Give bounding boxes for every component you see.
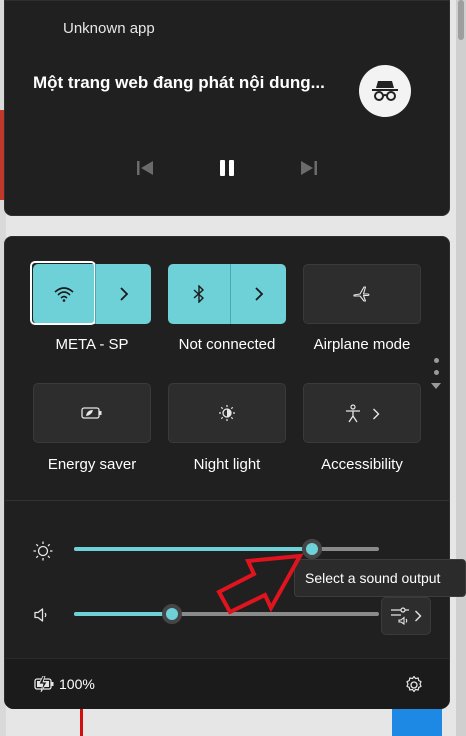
media-flyout: Unknown app Một trang web đang phát nội … — [4, 0, 450, 216]
tile-label-wifi: META - SP — [55, 336, 129, 353]
page-dot — [433, 370, 439, 375]
tile-label-energy-saver: Energy saver — [47, 456, 137, 473]
tile-label-bluetooth: Not connected — [178, 336, 276, 353]
incognito-icon — [359, 65, 411, 117]
tile-night-light[interactable] — [168, 383, 286, 443]
tile-wifi — [30, 261, 151, 325]
airplane-icon — [353, 286, 370, 302]
tile-energy-saver[interactable] — [33, 383, 151, 443]
background-scrollbar-thumb[interactable] — [458, 0, 464, 40]
energy-saver-icon — [81, 407, 102, 419]
tile-label-night-light: Night light — [193, 456, 261, 473]
brightness-thumb[interactable] — [301, 539, 322, 559]
accessibility-icon — [344, 404, 362, 429]
volume-fill — [74, 612, 172, 616]
brightness-fill — [74, 547, 312, 551]
tile-accessibility[interactable] — [303, 383, 421, 443]
chevron-right-icon — [119, 287, 128, 301]
focus-ring — [30, 261, 96, 325]
battery-charging-icon — [34, 675, 56, 697]
gear-icon[interactable] — [404, 675, 424, 700]
page-indicator[interactable] — [429, 358, 443, 390]
chevron-right-icon — [372, 407, 380, 425]
chevron-right-icon — [415, 610, 422, 622]
tile-label-accessibility: Accessibility — [321, 456, 403, 473]
tile-airplane-mode[interactable] — [303, 264, 421, 324]
bluetooth-toggle[interactable] — [168, 264, 230, 324]
tile-label-airplane: Airplane mode — [313, 336, 411, 353]
media-title: Một trang web đang phát nội dung... — [33, 73, 325, 92]
background-page-graphic — [80, 705, 83, 736]
media-app-name: Unknown app — [63, 20, 155, 37]
background-page-button — [392, 708, 442, 736]
chevron-right-icon — [254, 287, 263, 301]
next-icon[interactable] — [297, 157, 321, 179]
wifi-expand-button[interactable] — [96, 264, 151, 324]
bluetooth-expand-button[interactable] — [231, 264, 286, 324]
quick-settings-panel: META - SP Not connected Airplane mode En… — [4, 236, 450, 709]
quick-settings-footer: 100% — [5, 658, 449, 709]
bluetooth-icon — [193, 285, 205, 303]
tile-bluetooth — [168, 264, 286, 324]
brightness-icon — [32, 540, 54, 567]
select-sound-output-button[interactable] — [381, 597, 431, 635]
pause-icon[interactable] — [215, 157, 239, 179]
section-divider — [5, 500, 449, 501]
speaker-icon — [33, 607, 51, 628]
volume-thumb[interactable] — [161, 604, 182, 624]
background-scrollbar-track — [456, 0, 466, 736]
chevron-down-icon — [431, 383, 441, 389]
battery-percentage[interactable]: 100% — [59, 676, 95, 692]
previous-icon[interactable] — [133, 157, 157, 179]
page-dot — [433, 358, 439, 363]
night-light-icon — [219, 405, 235, 421]
sound-output-tooltip: Select a sound output — [294, 559, 466, 597]
sound-output-icon — [391, 607, 409, 625]
